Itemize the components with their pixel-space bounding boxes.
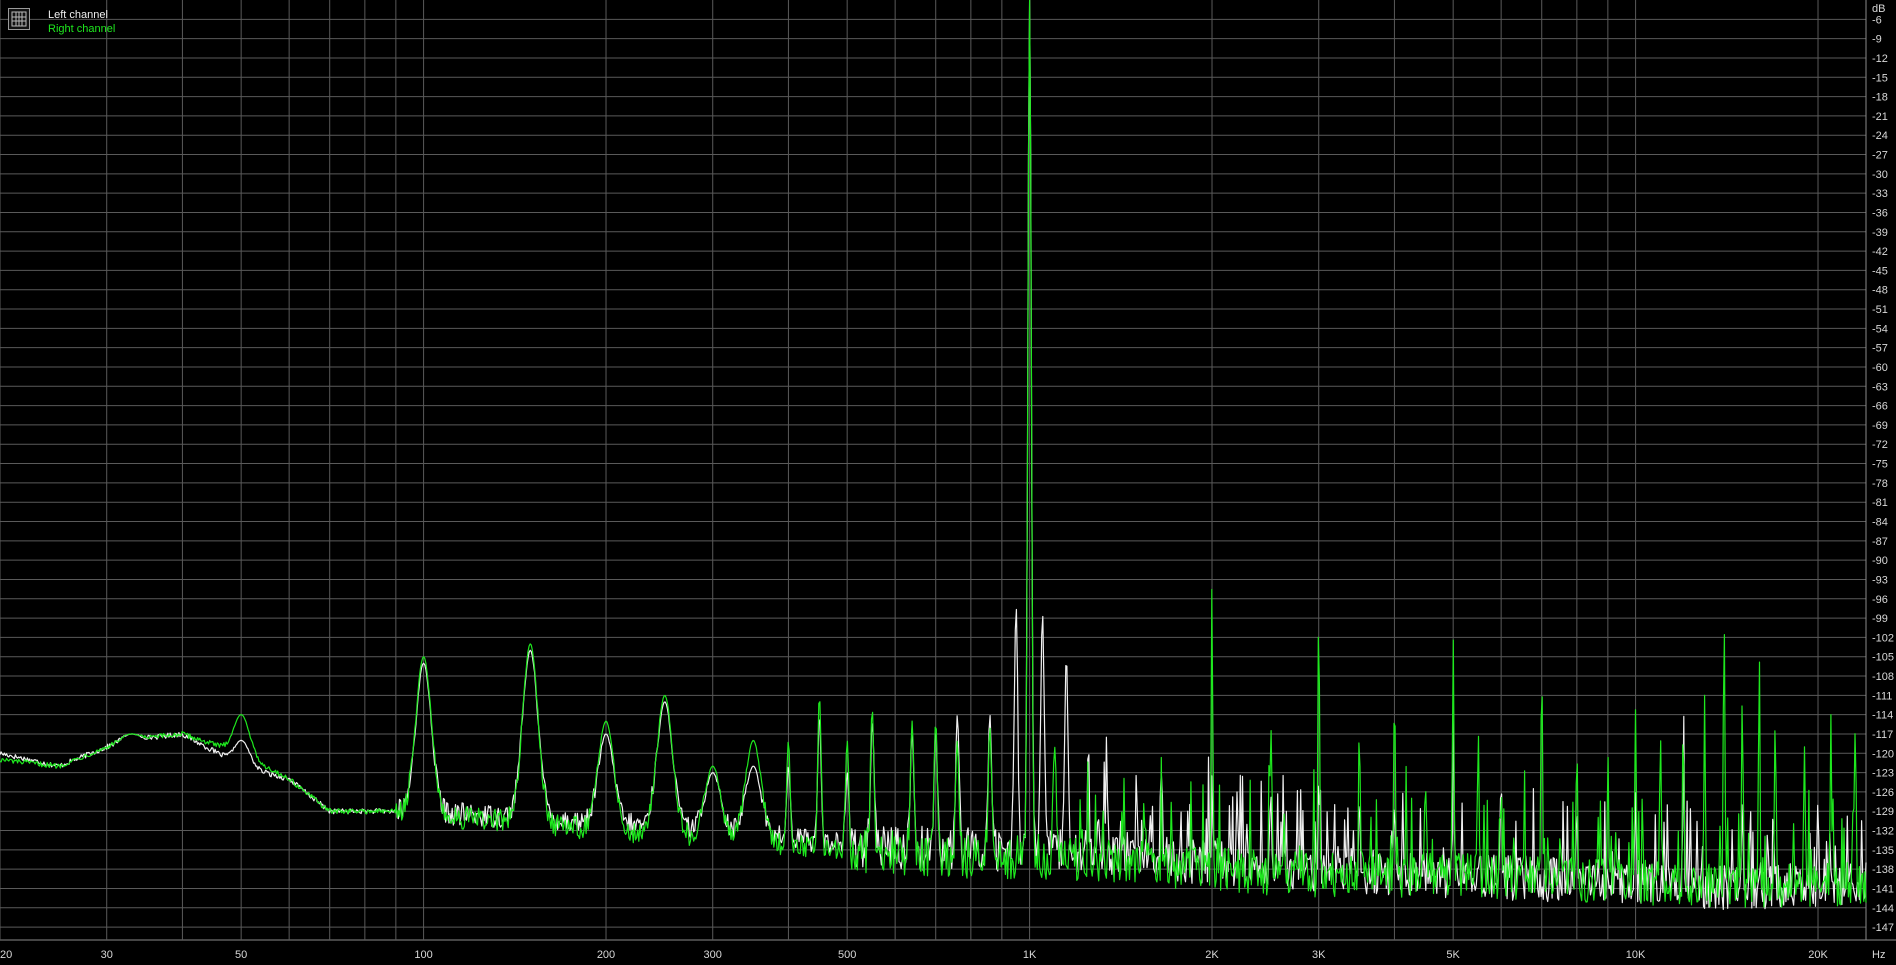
legend: Left channel Right channel <box>8 8 115 36</box>
y-tick-label: -114 <box>1872 710 1893 722</box>
y-tick-label: -129 <box>1872 806 1894 818</box>
y-tick-label: -102 <box>1872 632 1894 644</box>
x-tick-label: 200 <box>597 949 615 961</box>
x-axis-unit: Hz <box>1872 949 1885 961</box>
y-tick-label: -126 <box>1872 787 1894 799</box>
y-tick-label: -36 <box>1872 207 1888 219</box>
y-tick-label: -84 <box>1872 517 1888 529</box>
legend-items: Left channel Right channel <box>48 8 115 36</box>
y-tick-label: -18 <box>1872 92 1888 104</box>
x-tick-label: 3K <box>1312 949 1326 961</box>
y-tick-label: -96 <box>1872 594 1888 606</box>
y-tick-label: -75 <box>1872 459 1888 471</box>
x-tick-label: 1K <box>1023 949 1037 961</box>
y-tick-label: -69 <box>1872 420 1888 432</box>
y-tick-label: -45 <box>1872 265 1888 277</box>
y-tick-label: -9 <box>1872 34 1882 46</box>
x-tick-label: 50 <box>235 949 247 961</box>
y-tick-label: -87 <box>1872 536 1888 548</box>
y-tick-label: -6 <box>1872 14 1882 26</box>
x-tick-label: 20K <box>1808 949 1828 961</box>
grid-icon-glyph <box>11 11 27 27</box>
x-tick-label: 100 <box>414 949 432 961</box>
y-tick-label: -132 <box>1872 826 1894 838</box>
legend-left-channel: Left channel <box>48 9 108 21</box>
y-tick-label: -99 <box>1872 613 1888 625</box>
y-tick-label: -141 <box>1872 883 1894 895</box>
x-tick-label: 30 <box>101 949 113 961</box>
y-tick-label: -21 <box>1872 111 1888 123</box>
x-tick-label: 500 <box>838 949 856 961</box>
y-tick-label: -81 <box>1872 497 1888 509</box>
x-tick-label: 10K <box>1626 949 1646 961</box>
x-tick-label: 5K <box>1446 949 1460 961</box>
y-tick-label: -66 <box>1872 401 1888 413</box>
y-tick-label: -144 <box>1872 903 1894 915</box>
y-tick-label: -60 <box>1872 362 1888 374</box>
y-tick-label: -42 <box>1872 246 1888 258</box>
y-tick-label: -117 <box>1872 729 1893 741</box>
y-tick-label: -123 <box>1872 768 1894 780</box>
y-tick-label: -120 <box>1872 748 1894 760</box>
y-tick-label: -72 <box>1872 439 1888 451</box>
x-tick-label: 2K <box>1205 949 1219 961</box>
y-tick-label: -54 <box>1872 323 1888 335</box>
y-tick-label: -135 <box>1872 845 1894 857</box>
y-tick-label: -27 <box>1872 150 1888 162</box>
y-tick-label: -63 <box>1872 381 1888 393</box>
y-tick-label: -12 <box>1872 53 1888 65</box>
y-axis-unit: dB <box>1872 3 1885 15</box>
x-tick-label: 20 <box>0 949 12 961</box>
y-tick-label: -57 <box>1872 343 1888 355</box>
legend-right-channel: Right channel <box>48 23 116 35</box>
y-tick-label: -105 <box>1872 652 1894 664</box>
y-tick-label: -93 <box>1872 574 1888 586</box>
y-tick-label: -15 <box>1872 72 1888 84</box>
y-tick-label: -78 <box>1872 478 1888 490</box>
y-tick-label: -147 <box>1872 922 1894 934</box>
y-tick-label: -108 <box>1872 671 1894 683</box>
y-tick-label: -138 <box>1872 864 1894 876</box>
x-tick-label: 300 <box>704 949 722 961</box>
spectrum-chart: -6 -9 -12 -15 -18 -21 -24 -27 -30 -33 -36 -39 -42 -45… <box>0 0 1896 965</box>
y-tick-label: -48 <box>1872 285 1888 297</box>
grid-icon[interactable] <box>8 8 30 30</box>
y-tick-label: -111 <box>1872 690 1892 702</box>
y-tick-label: -39 <box>1872 227 1888 239</box>
y-tick-label: -30 <box>1872 169 1888 181</box>
y-tick-label: -51 <box>1872 304 1888 316</box>
y-tick-label: -90 <box>1872 555 1888 567</box>
y-tick-label: -24 <box>1872 130 1888 142</box>
y-tick-label: -33 <box>1872 188 1888 200</box>
